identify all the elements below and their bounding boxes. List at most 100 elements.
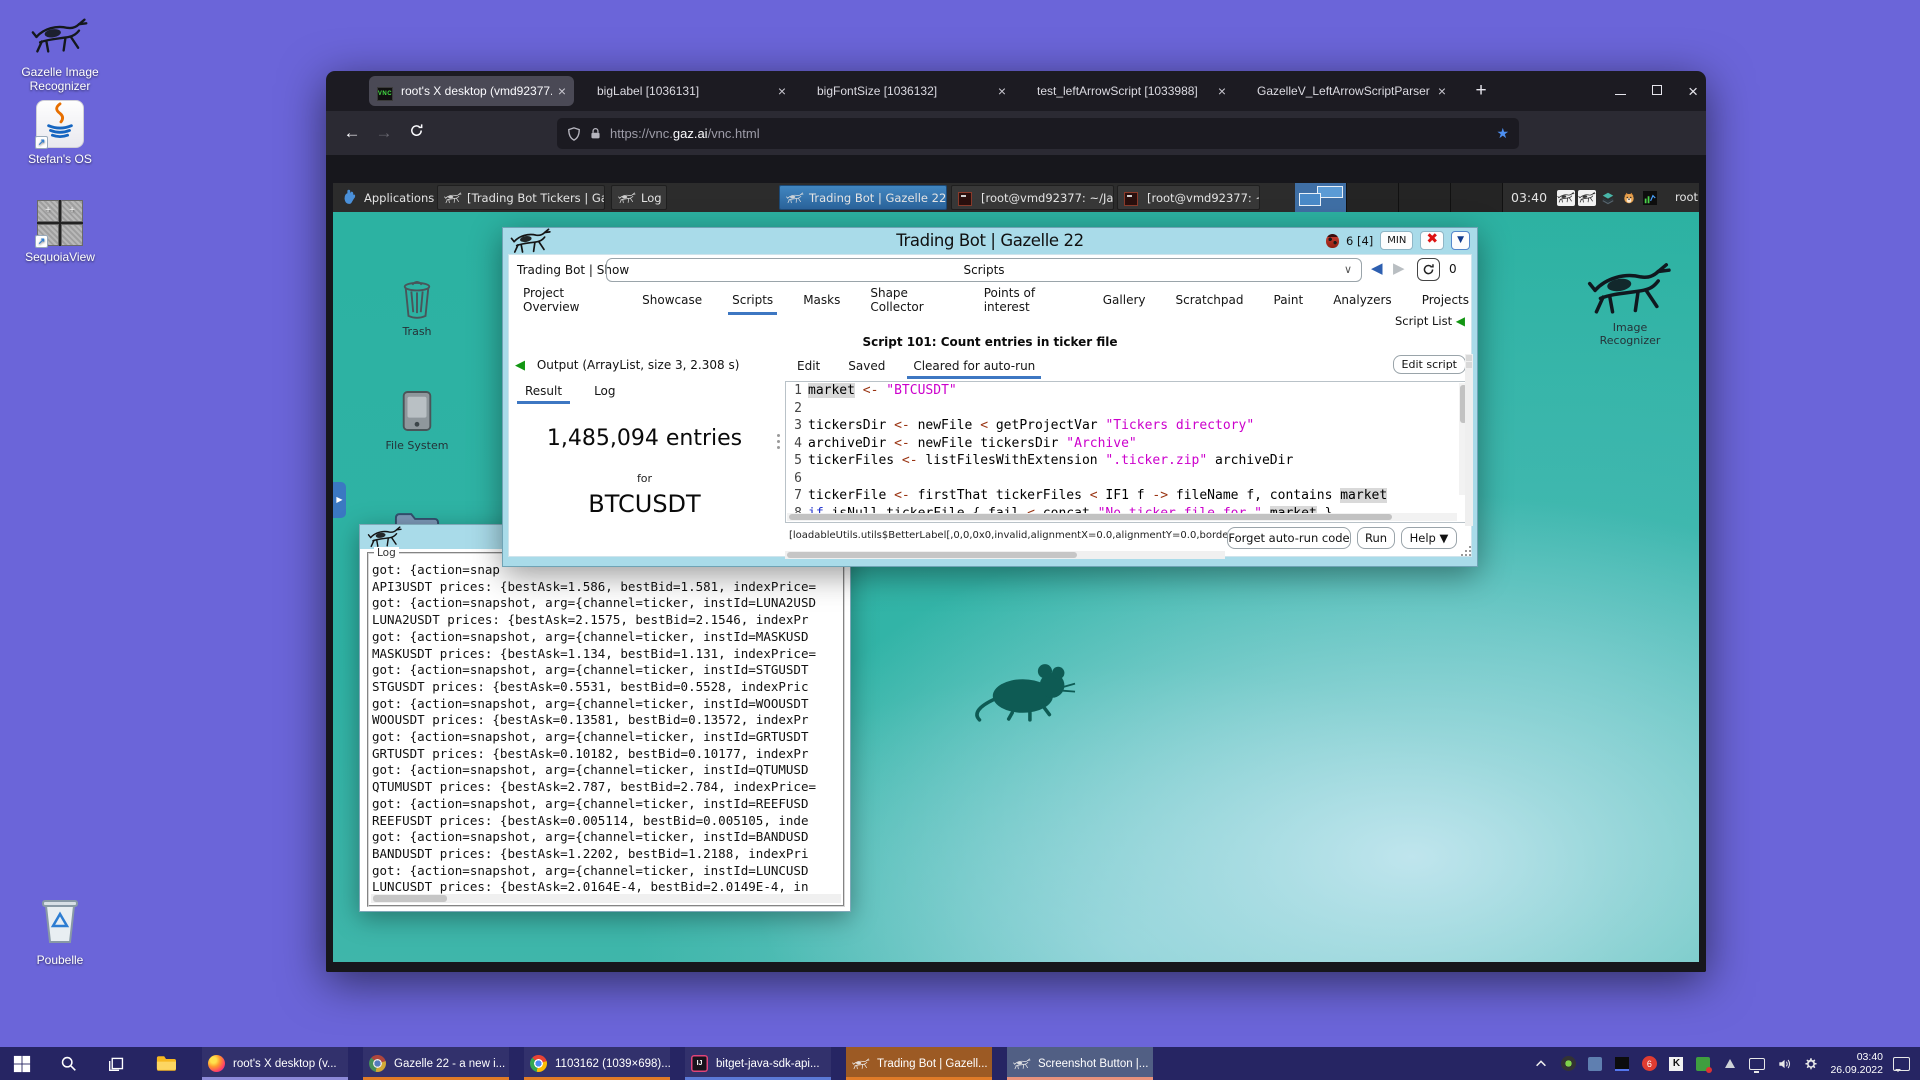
code-editor[interactable]: 1market <- "BTCUSDT"23tickersDir <- newF…	[785, 381, 1470, 523]
notification-center-icon[interactable]	[1893, 1057, 1910, 1071]
tab-close-icon[interactable]: ×	[1218, 83, 1226, 99]
editor-tab[interactable]: Edit	[795, 354, 822, 378]
gazelle-chip-icon[interactable]	[1578, 189, 1596, 207]
taskbar-app-button[interactable]: Trading Bot | Gazell...	[846, 1047, 992, 1080]
k-app-icon[interactable]: K	[1667, 1055, 1685, 1073]
desktop-icon-gazelle-image-recognizer[interactable]: Gazelle Image Recognizer	[0, 14, 120, 93]
desktop-icon-poubelle[interactable]: Poubelle	[0, 896, 120, 967]
vnc-icon-file-system[interactable]: File System	[375, 388, 459, 452]
pointer-icon[interactable]	[1721, 1055, 1739, 1073]
output-tab[interactable]: Result	[523, 380, 564, 402]
network-monitor-icon[interactable]	[1748, 1055, 1766, 1073]
gazelle-chip-icon[interactable]	[1557, 189, 1575, 207]
desktop-icon-stefans-os[interactable]: ↗ Stefan's OS	[0, 100, 120, 166]
pane-horizontal-scrollbar[interactable]	[785, 551, 1225, 559]
chart-icon[interactable]	[1641, 189, 1659, 207]
green-status-icon[interactable]	[1694, 1055, 1712, 1073]
desktop-icon-sequoiaview[interactable]: ++ ↗ SequoiaView	[0, 200, 120, 264]
speaker-icon[interactable]	[1775, 1055, 1793, 1073]
taskbar-app-button[interactable]: 1103162 (1039×698)...	[524, 1047, 670, 1080]
log-lines[interactable]: got: {action=snapAPI3USDT prices: {bestA…	[372, 562, 842, 896]
vnc-taskbar-button[interactable]: [Trading Bot Tickers | Ga...	[437, 185, 605, 210]
tab-close-icon[interactable]: ×	[558, 83, 566, 99]
workspace-3[interactable]	[1399, 183, 1451, 212]
vnc-taskbar-button[interactable]: [root@vmd92377: ~/Jav...	[951, 185, 1114, 210]
file-explorer-icon[interactable]	[146, 1047, 186, 1080]
tab-close-icon[interactable]: ×	[778, 83, 786, 99]
app-tab[interactable]: Masks	[801, 287, 842, 313]
workspace-1[interactable]	[1295, 183, 1347, 212]
browser-tab[interactable]: GazelleV_LeftArrowScriptParser [103 ×	[1249, 76, 1454, 106]
close-button[interactable]: ✖	[1420, 231, 1444, 250]
start-button[interactable]	[2, 1047, 42, 1080]
taskbar-app-button[interactable]: IJ bitget-java-sdk-api...	[685, 1047, 831, 1080]
help-button[interactable]: Help ▼	[1401, 527, 1457, 549]
tab-close-icon[interactable]: ×	[1438, 83, 1446, 99]
shiba-icon[interactable]	[1620, 189, 1638, 207]
taskbar-app-button[interactable]: Screenshot Button |...	[1007, 1047, 1153, 1080]
shield-badge-icon[interactable]	[1559, 1055, 1577, 1073]
window-menu-button[interactable]: ▼	[1451, 231, 1470, 250]
browser-tab[interactable]: test_leftArrowScript [1033988] ×	[1029, 76, 1234, 106]
window-maximize-button[interactable]	[1652, 82, 1662, 100]
app-tab[interactable]: Projects	[1420, 287, 1471, 313]
show-combobox[interactable]: Scripts ∨	[606, 258, 1362, 282]
workspace-2[interactable]	[1347, 183, 1399, 212]
app-tab[interactable]: Paint	[1272, 287, 1306, 313]
script-list-row[interactable]: Script List ◀	[509, 314, 1465, 335]
gear-icon[interactable]	[1802, 1055, 1820, 1073]
splitter-handle[interactable]	[775, 434, 781, 458]
vnc-icon-trash[interactable]: Trash	[377, 276, 457, 338]
tab-close-icon[interactable]: ×	[998, 83, 1006, 99]
vnc-taskbar-button[interactable]: Trading Bot | Gazelle 22	[779, 185, 947, 210]
pane-scrollbar[interactable]	[1465, 354, 1473, 526]
app-tab[interactable]: Gallery	[1101, 287, 1148, 313]
app-tab[interactable]: Showcase	[640, 287, 704, 313]
collapse-left-icon[interactable]: ◀	[515, 358, 525, 373]
app-tab[interactable]: Scripts	[730, 287, 775, 313]
browser-tab[interactable]: bigFontSize [1036132] ×	[809, 76, 1014, 106]
app-tab[interactable]: Analyzers	[1331, 287, 1393, 313]
layers-icon[interactable]	[1599, 189, 1617, 207]
vnc-taskbar-button[interactable]: [root@vmd92377: ~]	[1117, 185, 1260, 210]
bookmark-star-icon[interactable]: ★	[1496, 125, 1509, 142]
panel-expander-handle[interactable]: ▶	[333, 482, 346, 518]
task-view-icon[interactable]	[96, 1047, 136, 1080]
window-minimize-button[interactable]	[1615, 82, 1626, 100]
editor-horizontal-scrollbar[interactable]	[787, 513, 1457, 521]
red-badge-icon[interactable]: 6	[1640, 1055, 1658, 1073]
workspace-switcher[interactable]	[1295, 183, 1503, 212]
minimize-button[interactable]: MIN	[1380, 231, 1413, 250]
forget-autorun-button[interactable]: Forget auto-run code	[1227, 527, 1351, 549]
new-tab-button[interactable]: +	[1468, 80, 1494, 102]
reload-button[interactable]	[400, 123, 432, 143]
vnc-icon-image-recognizer[interactable]: Image Recognizer	[1575, 262, 1685, 347]
run-button[interactable]: Run	[1357, 527, 1395, 549]
app-titlebar[interactable]: Trading Bot | Gazelle 22 6 [4] MIN ✖ ▼	[508, 228, 1472, 254]
resize-grip[interactable]	[1459, 544, 1471, 556]
chevron-up-icon[interactable]	[1532, 1055, 1550, 1073]
taskbar-app-button[interactable]: root's X desktop (v...	[202, 1047, 348, 1080]
vnc-applications-menu[interactable]: Applications	[341, 183, 434, 212]
history-forward-button[interactable]: ▶	[1393, 259, 1405, 277]
workspace-4[interactable]	[1451, 183, 1503, 212]
back-button[interactable]: ←	[336, 123, 368, 143]
window-close-button[interactable]: ×	[1688, 83, 1698, 100]
browser-tab[interactable]: VNC root's X desktop (vmd92377.co ×	[369, 76, 574, 106]
black-window-icon[interactable]	[1613, 1055, 1631, 1073]
editor-tab[interactable]: Cleared for auto-run	[911, 354, 1037, 378]
editor-tab[interactable]: Saved	[846, 354, 887, 378]
log-horizontal-scrollbar[interactable]	[371, 894, 841, 903]
output-tab[interactable]: Log	[592, 380, 617, 402]
blue-app-icon[interactable]	[1586, 1055, 1604, 1073]
taskbar-app-button[interactable]: Gazelle 22 - a new i...	[363, 1047, 509, 1080]
app-tab[interactable]: Scratchpad	[1174, 287, 1246, 313]
forward-button[interactable]: →	[368, 123, 400, 143]
vnc-taskbar-button[interactable]: Log	[611, 185, 667, 210]
collapse-left-icon[interactable]: ◀	[1456, 314, 1465, 328]
history-back-button[interactable]: ◀	[1371, 259, 1383, 277]
search-icon[interactable]	[48, 1047, 88, 1080]
browser-tab[interactable]: bigLabel [1036131] ×	[589, 76, 794, 106]
edit-script-button[interactable]: Edit script	[1393, 355, 1466, 374]
reload-button[interactable]	[1417, 258, 1440, 281]
